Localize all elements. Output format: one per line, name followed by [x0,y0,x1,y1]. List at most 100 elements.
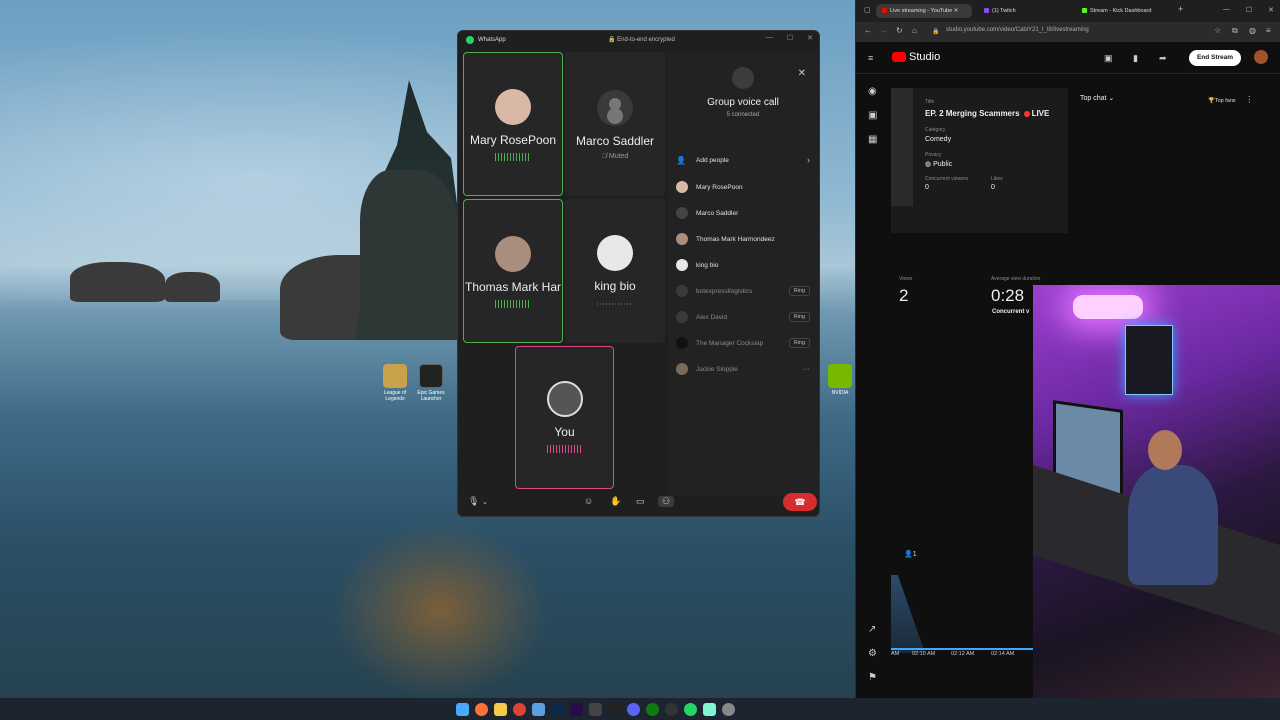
close-window-icon[interactable]: ✕ [807,34,813,42]
xbox-icon[interactable] [645,702,659,716]
discord-icon[interactable] [626,702,640,716]
streamlabs-icon[interactable] [702,702,716,716]
premiere-icon[interactable] [569,702,583,716]
participant-row[interactable]: Alex David Ring [676,310,810,324]
account-avatar[interactable] [1254,50,1268,64]
emoji-icon[interactable]: ☺ [584,496,593,506]
photoshop-icon[interactable] [550,702,564,716]
participant-row[interactable]: The Manager Cockslap Ring [676,336,810,350]
file-explorer-icon[interactable] [493,702,507,716]
close-window-icon[interactable]: ✕ [1268,6,1274,14]
back-icon[interactable]: ← [864,26,872,35]
desktop-shortcut-nvidia[interactable]: NVIDIA [826,364,854,396]
maximize-icon[interactable]: ☐ [787,34,793,42]
avatar [676,311,688,323]
tab-kick[interactable]: Stream - Kick Dashboard [1076,4,1172,18]
participant-row[interactable]: Jackie Slopple ··· [676,362,810,376]
add-people-button[interactable]: 👤 Add people › [676,153,810,167]
forward-icon[interactable]: → [880,26,888,35]
chevron-down-icon: ⌄ [1108,95,1115,102]
expand-icon[interactable]: ↗ [868,624,876,635]
chat-mode-dropdown[interactable]: Top chat ⌄ [1080,94,1114,102]
streamer-body [1128,465,1218,585]
participant-row[interactable]: Marco Saddler [676,206,810,220]
participant-tile[interactable]: king bio [565,199,665,343]
feedback-icon[interactable]: ⚑ [868,672,877,683]
settings-icon[interactable] [721,702,735,716]
tab-youtube[interactable]: Live streaming - YouTube ✕ [876,4,972,18]
obs-icon[interactable] [664,702,678,716]
call-info-panel: ✕ Group voice call 5 connected 👤 Add peo… [668,51,818,496]
participant-tile[interactable]: Marco Saddler 🎙̸ Muted [565,52,665,196]
capcut-icon[interactable] [607,702,621,716]
address-bar: ← → ↻ ⌂ 🔒 studio.youtube.com/video/CabiY… [856,22,1280,42]
reload-icon[interactable]: ↻ [896,26,903,35]
streaming-tools-icon[interactable]: ▣ [1104,53,1113,64]
add-people-label: Add people [696,156,729,164]
concurrent-tab[interactable]: Concurrent v [992,309,1029,315]
participant-tile[interactable]: Mary RosePoon [463,52,563,196]
participant-tile[interactable]: Thomas Mark Har [463,199,563,343]
new-tab-button[interactable]: + [1178,4,1183,14]
ring-button[interactable]: Ring [788,286,810,296]
home-icon[interactable]: ⌂ [912,26,917,35]
bookmark-star-icon[interactable]: ☆ [1214,26,1221,35]
minimize-icon[interactable]: — [766,34,773,42]
studio-label: Studio [909,51,941,63]
close-panel-icon[interactable]: ✕ [798,68,806,79]
raise-hand-icon[interactable]: ✋ [610,496,621,507]
calculator-icon[interactable] [588,702,602,716]
windows-start-icon[interactable] [455,702,469,716]
camera-icon[interactable]: ▣ [868,110,877,121]
calendar-icon[interactable]: ▦ [868,134,877,145]
minimize-icon[interactable]: — [1223,6,1230,14]
more-options-icon[interactable]: ··· [803,366,810,373]
league-of-legends-icon [383,364,407,388]
duration-label: Average view duration [991,276,1041,282]
participant-row[interactable]: botexpressllogistics Ring [676,284,810,298]
extensions-icon[interactable]: ⧉ [1232,26,1238,36]
settings-gear-icon[interactable]: ⚙ [868,648,877,659]
ring-button[interactable]: Ring [788,338,810,348]
more-vert-icon[interactable]: ⋮ [1245,95,1253,104]
hamburger-menu-icon[interactable]: ≡ [868,53,873,63]
chevron-down-icon[interactable]: ⌄ [482,498,488,506]
graph-line [891,575,925,653]
tab-list-icon[interactable]: ▢ [864,6,871,14]
desktop-shortcut-epic[interactable]: Epic Games Launcher [412,364,450,402]
participant-row[interactable]: Mary RosePoon [676,180,810,194]
duration-value: 0:28 [991,286,1025,305]
group-icon [732,67,754,89]
participants-icon[interactable]: ⚇ [658,496,675,507]
end-call-button[interactable]: ☎ [783,493,817,511]
avatar [676,363,688,375]
url-field[interactable]: studio.youtube.com/video/CabiY21_l_t8/li… [946,27,1089,33]
chrome-icon[interactable] [512,702,526,716]
microphone-icon[interactable]: 🎙 [468,496,479,507]
desktop-shortcut-league[interactable]: League of Legends [376,364,414,402]
tab-twitch[interactable]: (1) Twitch [978,4,1070,18]
likes-value: 0 [991,184,995,191]
whatsapp-taskbar-icon[interactable] [683,702,697,716]
maximize-icon[interactable]: ☐ [1246,6,1252,14]
top-fans-button[interactable]: 🏆Top fans ⋮ [1208,95,1253,104]
firefox-icon[interactable] [474,702,488,716]
avatar [495,236,531,272]
call-controls: 🎙 ⌄ ☺ ✋ ▭ ⚇ ☎ [458,488,819,516]
self-tile[interactable]: You [515,346,614,489]
live-stream-icon[interactable]: ◉ [868,86,877,97]
notepad-icon[interactable] [531,702,545,716]
app-title: WhatsApp [478,37,506,43]
save-icon[interactable]: ▮ [1133,53,1138,64]
participant-row[interactable]: king bio [676,258,810,272]
menu-icon[interactable]: ≡ [1266,26,1271,35]
screen-share-icon[interactable]: ▭ [636,496,645,507]
title-label: Title [925,99,935,105]
share-icon[interactable]: ➦ [1159,53,1167,64]
profile-icon[interactable]: ◍ [1249,26,1256,35]
participant-row[interactable]: Thomas Mark Harmondeez [676,232,810,246]
avatar [676,259,688,271]
ring-button[interactable]: Ring [788,312,810,322]
end-stream-button[interactable]: End Stream [1189,50,1241,66]
concurrent-label: Concurrent viewers [925,176,969,182]
